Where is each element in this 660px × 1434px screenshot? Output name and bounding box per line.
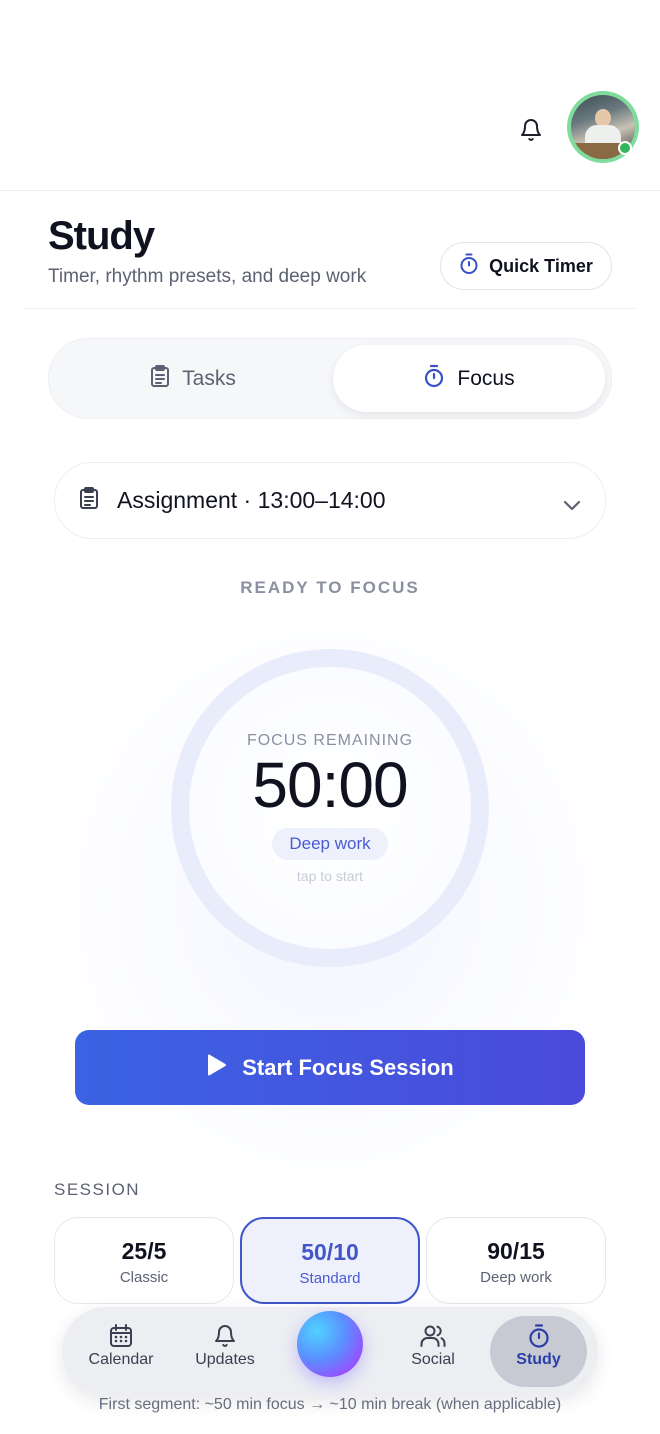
stopwatch-icon <box>490 1321 587 1351</box>
top-bar <box>0 0 660 191</box>
preset-standard[interactable]: 50/10 Standard <box>240 1217 420 1304</box>
chevron-down-icon <box>563 491 581 518</box>
nav-item-updates[interactable]: Updates <box>180 1321 270 1381</box>
divider <box>24 308 636 309</box>
page-subtitle: Timer, rhythm presets, and deep work <box>48 266 367 287</box>
calendar-icon <box>76 1321 166 1351</box>
preset-name: Deep work <box>480 1269 552 1286</box>
timer-mode-chip: Deep work <box>272 828 388 860</box>
clipboard-icon <box>150 364 170 394</box>
stopwatch-icon <box>423 364 445 394</box>
preset-value: 25/5 <box>121 1238 167 1264</box>
tab-focus-label: Focus <box>457 366 515 390</box>
preset-deep-work[interactable]: 90/15 Deep work <box>426 1217 606 1304</box>
focus-status: READY TO FOCUS <box>240 578 420 597</box>
nav-item-study[interactable]: Study <box>490 1316 587 1387</box>
bell-icon[interactable] <box>516 114 546 146</box>
clipboard-icon <box>79 486 99 516</box>
preset-name: Standard <box>299 1270 361 1287</box>
preset-classic[interactable]: 25/5 Classic <box>54 1217 234 1304</box>
bottom-nav: Calendar Updates Social Study <box>62 1307 598 1396</box>
users-icon <box>388 1321 478 1351</box>
start-focus-session-button[interactable]: Start Focus Session <box>75 1030 585 1105</box>
assignment-select-value: Assignment · 13:00–14:00 <box>117 487 386 513</box>
timer-time[interactable]: 50:00 <box>0 748 660 822</box>
page-title: Study <box>48 214 155 258</box>
online-status-dot <box>618 141 632 155</box>
tab-tasks-label: Tasks <box>182 366 236 390</box>
preset-value: 50/10 <box>301 1239 359 1265</box>
preset-name: Classic <box>119 1269 169 1286</box>
preset-value: 90/15 <box>487 1238 545 1264</box>
quick-timer-button[interactable]: Quick Timer <box>440 242 612 290</box>
timer-hint: tap to start <box>296 868 364 884</box>
stopwatch-icon <box>459 253 479 280</box>
nav-item-social[interactable]: Social <box>388 1321 478 1381</box>
nav-label: Social <box>411 1351 455 1368</box>
tab-tasks[interactable]: Tasks <box>55 345 331 412</box>
nav-label: Study <box>516 1351 561 1368</box>
bell-icon <box>180 1321 270 1351</box>
session-section-label: SESSION <box>54 1180 141 1199</box>
tab-focus[interactable]: Focus <box>333 345 605 412</box>
start-focus-session-label: Start Focus Session <box>242 1054 454 1080</box>
nav-label: Calendar <box>88 1351 154 1368</box>
mode-segmented-control: Tasks Focus <box>48 338 612 419</box>
nav-label: Updates <box>195 1351 255 1368</box>
nav-item-calendar[interactable]: Calendar <box>76 1321 166 1381</box>
assignment-select[interactable]: Assignment · 13:00–14:00 <box>54 462 606 539</box>
quick-timer-label: Quick Timer <box>489 255 593 276</box>
session-footnote: First segment: ~50 min focus → ~10 min b… <box>98 1396 562 1413</box>
assistant-orb-button[interactable] <box>297 1311 363 1377</box>
play-icon <box>206 1053 228 1083</box>
